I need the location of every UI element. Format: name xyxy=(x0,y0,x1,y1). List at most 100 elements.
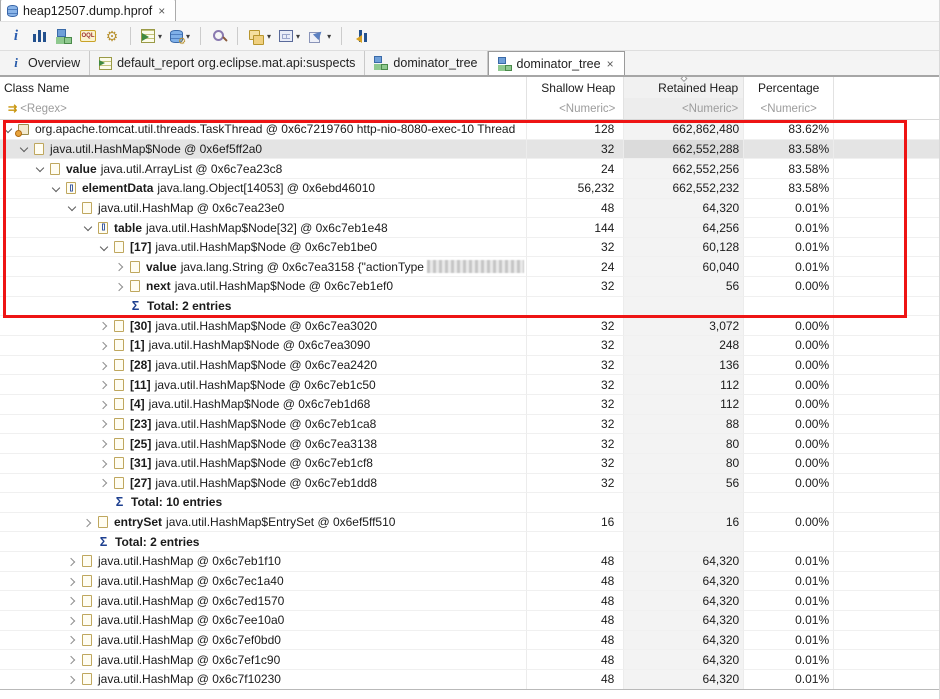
column-header-class-name[interactable]: Class Name xyxy=(0,77,527,98)
expand-icon[interactable] xyxy=(68,577,77,586)
grouping-button[interactable]: ▾ xyxy=(245,26,274,46)
filler-cell xyxy=(834,257,939,277)
oql-button[interactable]: OQL xyxy=(77,28,99,44)
dropdown-arrow-icon[interactable]: ▾ xyxy=(158,32,162,41)
expand-icon[interactable] xyxy=(68,655,77,664)
calculator-button[interactable]: ▾ xyxy=(276,28,303,44)
expand-icon[interactable] xyxy=(100,478,109,487)
query-browser-button[interactable]: ▾ xyxy=(138,27,165,45)
find-button[interactable] xyxy=(208,26,230,46)
editor-tab-heap-dump[interactable]: heap12507.dump.hprof × xyxy=(0,0,176,21)
expand-icon[interactable] xyxy=(100,321,109,330)
tree-row[interactable]: [25]java.util.HashMap$Node @ 0x6c7ea3138… xyxy=(0,434,939,454)
view-tab-label: default_report org.eclipse.mat.api:suspe… xyxy=(117,56,355,70)
expand-icon[interactable] xyxy=(68,557,77,566)
close-icon[interactable]: × xyxy=(157,6,166,16)
tree-row[interactable]: elementDatajava.lang.Object[14053] @ 0x6… xyxy=(0,179,939,199)
tree-row[interactable]: entrySetjava.util.HashMap$EntrySet @ 0x6… xyxy=(0,513,939,533)
collapse-icon[interactable] xyxy=(52,184,61,193)
find-icon xyxy=(211,28,227,44)
expand-icon[interactable] xyxy=(100,459,109,468)
tree-row[interactable]: [30]java.util.HashMap$Node @ 0x6c7ea3020… xyxy=(0,316,939,336)
tree-row[interactable]: java.util.HashMap @ 0x6c7ef1c904864,3200… xyxy=(0,650,939,670)
tree-row[interactable]: org.apache.tomcat.util.threads.TaskThrea… xyxy=(0,120,939,140)
expand-icon[interactable] xyxy=(100,400,109,409)
dropdown-arrow-icon[interactable]: ▾ xyxy=(296,32,300,41)
column-header-retained-heap[interactable]: Retained Heap xyxy=(624,77,744,98)
tree-row[interactable]: valuejava.util.ArrayList @ 0x6c7ea23c824… xyxy=(0,159,939,179)
dropdown-arrow-icon[interactable]: ▾ xyxy=(186,32,190,41)
expand-icon[interactable] xyxy=(100,439,109,448)
dropdown-arrow-icon[interactable]: ▾ xyxy=(327,32,331,41)
expand-icon[interactable] xyxy=(84,518,93,527)
collapse-icon[interactable] xyxy=(36,164,45,173)
collapse-icon[interactable] xyxy=(4,125,13,134)
collapse-icon[interactable] xyxy=(84,223,93,232)
view-tab-overview[interactable]: Overview xyxy=(0,51,90,75)
filter-class-name[interactable]: ⇉ <Regex> xyxy=(0,98,527,119)
retained-heap-cell: 64,320 xyxy=(624,631,744,651)
collapse-icon[interactable] xyxy=(20,144,29,153)
filter-percentage[interactable]: <Numeric> xyxy=(744,98,834,119)
tree-row[interactable]: Total: 2 entries xyxy=(0,297,939,317)
filter-shallow-heap[interactable]: <Numeric> xyxy=(527,98,624,119)
expand-icon[interactable] xyxy=(100,341,109,350)
overview-info-button[interactable] xyxy=(5,26,27,46)
filler-cell xyxy=(834,159,939,179)
total-label: Total: 10 entries xyxy=(131,495,222,509)
tree-row[interactable]: [17]java.util.HashMap$Node @ 0x6c7eb1be0… xyxy=(0,238,939,258)
histogram-button[interactable] xyxy=(29,26,51,46)
tree-row[interactable]: [1]java.util.HashMap$Node @ 0x6c7ea30903… xyxy=(0,336,939,356)
expand-icon[interactable] xyxy=(68,635,77,644)
expand-icon[interactable] xyxy=(100,380,109,389)
expand-icon[interactable] xyxy=(68,596,77,605)
dropdown-arrow-icon[interactable]: ▾ xyxy=(267,32,271,41)
tree-row[interactable]: nextjava.util.HashMap$Node @ 0x6c7eb1ef0… xyxy=(0,277,939,297)
object-label: java.util.ArrayList @ 0x6c7ea23c8 xyxy=(101,162,283,176)
expand-icon[interactable] xyxy=(100,361,109,370)
shallow-heap-cell: 128 xyxy=(527,120,624,140)
expand-icon[interactable] xyxy=(116,262,125,271)
expand-icon[interactable] xyxy=(116,282,125,291)
field-name: value xyxy=(66,162,97,176)
tree-row[interactable]: valuejava.lang.String @ 0x6c7ea3158 {"ac… xyxy=(0,257,939,277)
percentage-cell: 0.00% xyxy=(744,277,834,297)
heap-dump-button[interactable]: ▾ xyxy=(167,28,193,45)
tree-row[interactable]: java.util.HashMap @ 0x6c7eb1f104864,3200… xyxy=(0,552,939,572)
tree-row[interactable]: [27]java.util.HashMap$Node @ 0x6c7eb1dd8… xyxy=(0,474,939,494)
tree-row[interactable]: Total: 10 entries xyxy=(0,493,939,513)
tree-row[interactable]: [28]java.util.HashMap$Node @ 0x6c7ea2420… xyxy=(0,356,939,376)
expand-icon[interactable] xyxy=(68,616,77,625)
tree-row[interactable]: java.util.HashMap @ 0x6c7ed15704864,3200… xyxy=(0,591,939,611)
tree-row[interactable]: java.util.HashMap @ 0x6c7ec1a404864,3200… xyxy=(0,572,939,592)
close-icon[interactable]: × xyxy=(606,59,615,69)
tree-row[interactable]: [11]java.util.HashMap$Node @ 0x6c7eb1c50… xyxy=(0,375,939,395)
export-button[interactable]: ▾ xyxy=(305,26,334,46)
collapse-icon[interactable] xyxy=(100,243,109,252)
expand-icon[interactable] xyxy=(100,419,109,428)
tree-row[interactable]: Total: 2 entries xyxy=(0,532,939,552)
tree-row[interactable]: java.util.HashMap @ 0x6c7ea23e04864,3200… xyxy=(0,199,939,219)
tree-row[interactable]: java.util.HashMap$Node @ 0x6ef5ff2a03266… xyxy=(0,140,939,160)
dominator-tree-table: org.apache.tomcat.util.threads.TaskThrea… xyxy=(0,120,939,690)
column-header-percentage[interactable]: Percentage xyxy=(744,77,834,98)
tree-row[interactable]: [23]java.util.HashMap$Node @ 0x6c7eb1ca8… xyxy=(0,415,939,435)
tree-row[interactable]: [4]java.util.HashMap$Node @ 0x6c7eb1d683… xyxy=(0,395,939,415)
compare-button[interactable] xyxy=(349,26,371,46)
tree-row[interactable]: java.util.HashMap @ 0x6c7ee10a04864,3200… xyxy=(0,611,939,631)
tree-row[interactable]: [31]java.util.HashMap$Node @ 0x6c7eb1cf8… xyxy=(0,454,939,474)
tree-row[interactable]: java.util.HashMap @ 0x6c7ef0bd04864,3200… xyxy=(0,631,939,651)
view-tab-default_report[interactable]: default_report org.eclipse.mat.api:suspe… xyxy=(90,51,365,75)
tree-row[interactable]: java.util.HashMap @ 0x6c7f102304864,3200… xyxy=(0,670,939,690)
dominator-tree-button[interactable] xyxy=(53,26,75,46)
filter-retained-heap[interactable]: <Numeric> xyxy=(624,98,744,119)
tree-row[interactable]: tablejava.util.HashMap$Node[32] @ 0x6c7e… xyxy=(0,218,939,238)
view-tab-dominator_tree[interactable]: dominator_tree× xyxy=(488,51,625,75)
retained-heap-cell: 88 xyxy=(624,415,744,435)
column-header-shallow-heap[interactable]: Shallow Heap xyxy=(527,77,624,98)
customize-gear-button[interactable] xyxy=(101,26,123,46)
object-icon xyxy=(114,379,124,391)
view-tab-dominator_tree[interactable]: dominator_tree xyxy=(365,51,487,75)
collapse-icon[interactable] xyxy=(68,203,77,212)
expand-icon[interactable] xyxy=(68,675,77,684)
